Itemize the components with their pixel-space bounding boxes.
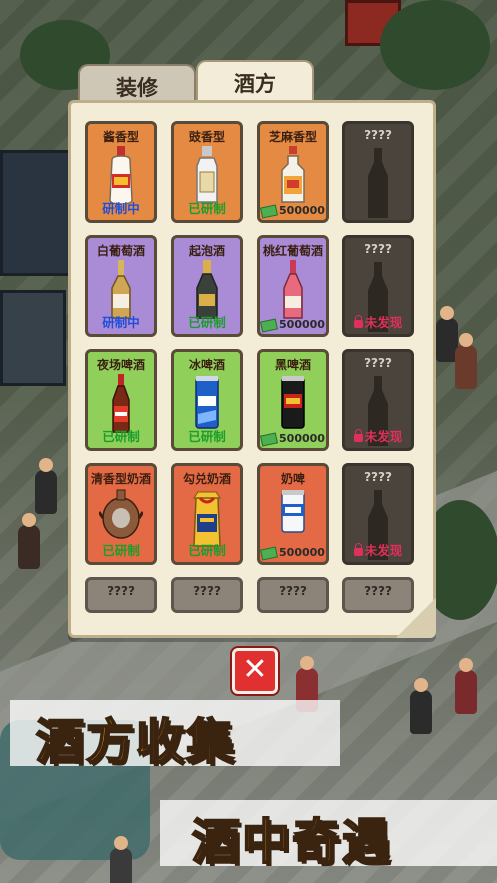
recipe-card-title: 奶啤 <box>280 472 305 486</box>
recipe-card-status: 研制中 <box>102 201 140 216</box>
promo-title-collect: 酒方收集 <box>35 713 237 771</box>
dark-beer-can-icon <box>278 374 308 434</box>
npc-person <box>455 333 477 389</box>
recipe-card-status-text: 未发现 <box>364 429 403 444</box>
recipe-card[interactable]: 酱香型 研制中 <box>85 121 157 223</box>
recipe-card[interactable]: 夜场啤酒 已研制 <box>85 349 157 451</box>
recipe-card-title: ???? <box>364 128 392 142</box>
rose-wine-bottle-icon <box>278 260 308 324</box>
recipe-card-title: 芝麻香型 <box>268 130 317 144</box>
ice-beer-can-icon <box>192 374 222 434</box>
recipe-card[interactable]: 清香型奶酒 已研制 <box>85 463 157 565</box>
recipe-card-cost-value: 500000 <box>279 318 325 331</box>
recipe-card[interactable]: 白葡萄酒 研制中 <box>85 235 157 337</box>
recipe-card-cost: 500000 <box>260 203 326 219</box>
lock-icon <box>353 542 363 556</box>
recipe-card-cost: 500000 <box>260 431 326 447</box>
recipe-panel: 酱香型 研制中 豉香型 已研制 芝麻香型 500000???? 白葡萄酒 研制中 起泡酒 已研制桃… <box>68 100 436 638</box>
recipe-card-locked[interactable]: ???? 未发现 <box>342 463 414 565</box>
lock-icon <box>353 428 363 442</box>
milk-liquor-vessel-icon <box>97 488 145 548</box>
recipe-card-cost-value: 500000 <box>279 204 325 217</box>
npc-person <box>35 458 57 514</box>
recipe-card-title: 勾兑奶酒 <box>182 472 231 486</box>
lock-icon <box>353 314 363 328</box>
npc-person <box>455 658 477 714</box>
recipe-card-locked[interactable]: ???? <box>257 577 329 613</box>
recipe-card-locked[interactable]: ???? 未发现 <box>342 349 414 451</box>
recipe-card-title: ???? <box>364 242 392 256</box>
recipe-card-title: ???? <box>279 584 307 598</box>
close-button[interactable]: ✕ <box>232 648 278 694</box>
recipe-card-locked[interactable]: ???? <box>171 577 243 613</box>
promo-title-adventure: 酒中奇遇 <box>191 813 393 871</box>
recipe-card-status-text: 未发现 <box>364 315 403 330</box>
recipe-card-cost: 500000 <box>260 545 326 561</box>
recipe-card[interactable]: 黑啤酒 500000 <box>257 349 329 451</box>
recipe-card[interactable]: 冰啤酒 已研制 <box>171 349 243 451</box>
recipe-card[interactable]: 起泡酒 已研制 <box>171 235 243 337</box>
recipe-card-locked[interactable]: ???? <box>342 577 414 613</box>
recipe-card-status: 已研制 <box>188 315 226 330</box>
recipe-card-status-text: 未发现 <box>364 543 403 558</box>
recipe-card-locked[interactable]: ???? 未发现 <box>342 235 414 337</box>
recipe-card-locked[interactable]: ???? <box>85 577 157 613</box>
recipe-card-status: 未发现 <box>345 540 411 559</box>
cash-icon <box>260 203 278 219</box>
recipe-card-title: ???? <box>364 470 392 484</box>
recipe-card-title: 黑啤酒 <box>274 358 311 372</box>
recipe-card-status: 已研制 <box>188 429 226 444</box>
recipe-card[interactable]: 奶啤 500000 <box>257 463 329 565</box>
npc-person <box>410 678 432 734</box>
recipe-card-status: 未发现 <box>345 426 411 445</box>
recipe-card-status: 已研制 <box>102 429 140 444</box>
recipe-card[interactable]: 桃红葡萄酒 500000 <box>257 235 329 337</box>
recipe-card-title: ???? <box>107 584 135 598</box>
recipe-card-cost-value: 500000 <box>279 432 325 445</box>
recipe-card-title: 清香型奶酒 <box>90 472 151 486</box>
recipe-card-title: 桃红葡萄酒 <box>262 244 323 258</box>
recipe-card-cost: 500000 <box>260 317 326 333</box>
panel-tabs: 装修 酒方 <box>78 60 318 106</box>
cash-icon <box>260 431 278 447</box>
recipe-card-status: 已研制 <box>102 543 140 558</box>
sesame-liquor-bottle-icon <box>278 146 308 208</box>
recipe-card-title: 酱香型 <box>102 130 139 144</box>
npc-person <box>18 513 40 569</box>
shop-building <box>0 290 66 386</box>
cash-icon <box>260 317 278 333</box>
recipe-card-title: 冰啤酒 <box>188 358 225 372</box>
bottle-silhouette-icon <box>367 148 389 220</box>
recipe-card-status: 已研制 <box>188 543 226 558</box>
npc-person <box>110 836 132 883</box>
recipe-card[interactable]: 豉香型 已研制 <box>171 121 243 223</box>
recipe-card-title: ???? <box>193 584 221 598</box>
shop-building <box>0 150 76 276</box>
recipe-card-title: 起泡酒 <box>188 244 225 258</box>
recipe-card-title: 白葡萄酒 <box>96 244 145 258</box>
cash-icon <box>260 545 278 561</box>
recipe-card-title: ???? <box>364 356 392 370</box>
recipe-card-title: ???? <box>364 584 392 598</box>
recipe-card-status: 研制中 <box>102 315 140 330</box>
recipe-card-locked[interactable]: ???? <box>342 121 414 223</box>
tree <box>380 0 490 90</box>
recipe-card-title: 夜场啤酒 <box>96 358 145 372</box>
recipe-card-status: 已研制 <box>188 201 226 216</box>
recipe-card-title: 豉香型 <box>188 130 225 144</box>
recipe-card[interactable]: 勾兑奶酒 已研制 <box>171 463 243 565</box>
recipe-card-cost-value: 500000 <box>279 546 325 559</box>
recipe-card[interactable]: 芝麻香型 500000 <box>257 121 329 223</box>
milk-beer-can-icon <box>278 488 308 538</box>
recipe-card-status: 未发现 <box>345 312 411 331</box>
